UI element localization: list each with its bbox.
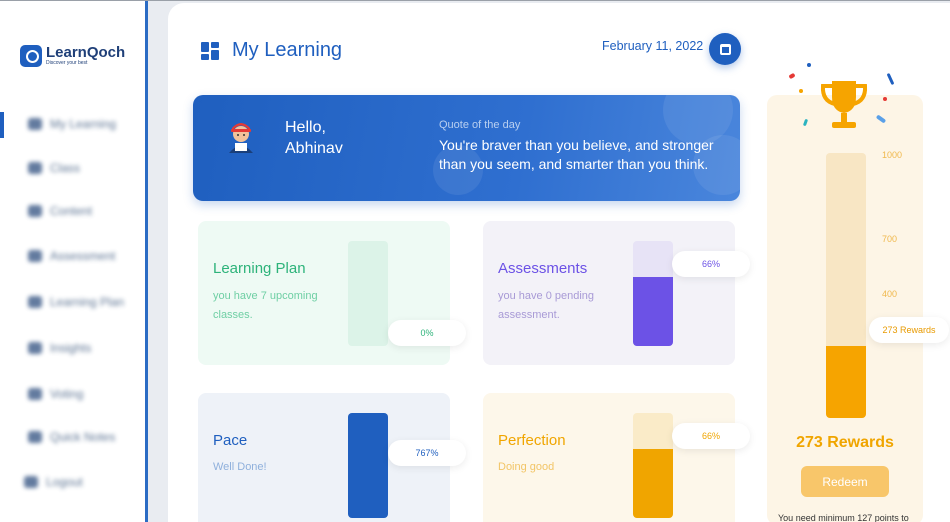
perfection-percent: 66%: [672, 423, 750, 449]
active-nav-indicator: [0, 112, 4, 138]
learning-plan-subtitle: you have 7 upcoming classes.: [213, 290, 318, 321]
perfection-title: Perfection: [498, 432, 566, 449]
rewards-progress-bar: [826, 153, 866, 418]
calendar-button[interactable]: [709, 33, 741, 65]
greeting: Hello, Abhinav: [285, 119, 343, 157]
notes-icon: [28, 431, 42, 443]
pace-percent: 767%: [388, 440, 466, 466]
sidebar-item-class[interactable]: Class: [28, 161, 80, 175]
assessments-subtitle: you have 0 pending assessment.: [498, 290, 595, 321]
quote-text: You're braver than you believe, and stro…: [439, 137, 714, 172]
rewards-title: 273 Rewards: [796, 434, 894, 451]
sidebar-item-learning-plan[interactable]: Learning Plan: [28, 295, 124, 309]
brand-logo[interactable]: LearnQoch Discover your best: [20, 45, 125, 67]
calendar-icon: [719, 43, 731, 55]
perfection-progress-fill: [633, 448, 673, 518]
pace-progress-bar: [348, 413, 388, 518]
learning-plan-progress-bar: [348, 241, 388, 346]
dashboard-grid-icon: [201, 42, 219, 60]
trophy-icon: [820, 81, 868, 128]
current-date: February 11, 2022: [602, 39, 704, 53]
assessment-icon: [28, 250, 42, 262]
assessments-title: Assessments: [498, 260, 588, 277]
user-avatar: [229, 123, 253, 153]
sidebar-item-content[interactable]: Content: [28, 204, 92, 218]
assessments-progress-bar: [633, 241, 673, 346]
learning-plan-percent: 0%: [388, 320, 466, 346]
redeem-button[interactable]: Redeem: [801, 466, 889, 497]
sidebar-item-insights[interactable]: Insights: [28, 341, 91, 355]
user-name: Abhinav: [285, 140, 343, 157]
insights-icon: [28, 342, 42, 354]
sidebar-item-assessment[interactable]: Assessment: [28, 249, 115, 263]
voting-icon: [28, 388, 42, 400]
sidebar: LearnQoch Discover your best My Learning…: [0, 1, 148, 522]
learning-plan-icon: [28, 296, 42, 308]
logout-icon: [24, 476, 38, 488]
rewards-note: You need minimum 127 points to: [778, 513, 909, 522]
logo-icon: [20, 45, 42, 67]
logout-button[interactable]: Logout: [24, 475, 83, 489]
pace-subtitle: Well Done!: [213, 461, 267, 473]
content-icon: [28, 205, 42, 217]
pace-title: Pace: [213, 432, 248, 449]
assessments-percent: 66%: [672, 251, 750, 277]
page-title: My Learning: [232, 39, 343, 61]
perfection-subtitle: Doing good: [498, 461, 555, 473]
confetti: [799, 89, 803, 93]
rewards-progress-fill: [826, 345, 866, 418]
sidebar-item-my-learning[interactable]: My Learning: [28, 117, 116, 131]
learning-plan-title: Learning Plan: [213, 260, 306, 277]
sidebar-item-quick-notes[interactable]: Quick Notes: [28, 430, 115, 444]
brand-name: LearnQoch: [46, 44, 126, 61]
pace-progress-fill: [348, 413, 388, 518]
rewards-tick-400: 400: [882, 289, 898, 299]
confetti: [883, 97, 887, 101]
assessments-progress-fill: [633, 276, 673, 346]
confetti: [807, 63, 811, 67]
rewards-tick-1000: 1000: [882, 150, 903, 160]
rewards-current-label: 273 Rewards: [869, 317, 949, 343]
perfection-progress-bar: [633, 413, 673, 518]
quote-label: Quote of the day: [439, 119, 521, 131]
dashboard-icon: [28, 118, 42, 130]
sidebar-item-voting[interactable]: Voting: [28, 387, 83, 401]
class-icon: [28, 162, 42, 174]
rewards-tick-700: 700: [882, 234, 898, 244]
